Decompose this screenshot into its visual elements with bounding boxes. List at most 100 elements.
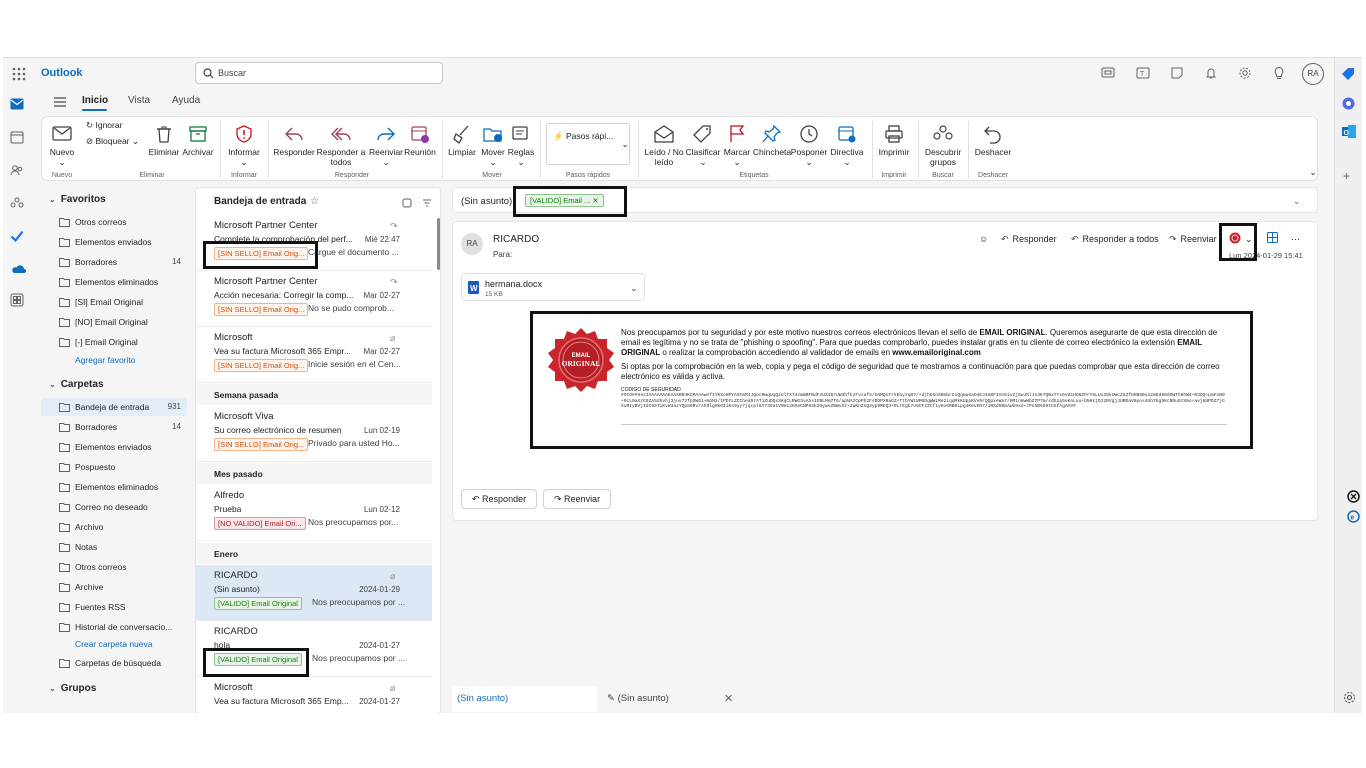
sender-avatar[interactable]: RA	[461, 233, 483, 255]
copilot-icon[interactable]	[1342, 97, 1355, 110]
folder-item[interactable]: Correo no deseado	[41, 498, 187, 516]
undo-button[interactable]: Deshacer	[972, 121, 1014, 157]
category-tag[interactable]: [SIN SELLO] Email Orig...	[214, 247, 309, 260]
folder-item[interactable]: Archive	[41, 578, 187, 596]
forward-action[interactable]: ↷ Reenviar	[1169, 234, 1217, 245]
folder-item[interactable]: Otros correos	[41, 558, 187, 576]
outlook-icon[interactable]: O	[1342, 125, 1356, 138]
settings-icon[interactable]	[1343, 691, 1356, 704]
report-button[interactable]: Informar ⌄	[224, 121, 264, 167]
more-icon[interactable]: ⋯	[1291, 234, 1300, 245]
discover-groups-button[interactable]: Descubrir grupos	[920, 121, 966, 167]
immersive-reader-icon[interactable]	[1267, 232, 1278, 243]
add-favorite-link[interactable]: Agregar favorito	[75, 355, 135, 365]
app-launcher-icon[interactable]	[11, 66, 27, 82]
teams-icon[interactable]: T	[1136, 66, 1152, 82]
rules-button[interactable]: Reglas ⌄	[506, 121, 536, 167]
category-tag[interactable]: [SIN SELLO] Email Orig...	[214, 303, 309, 316]
forward-button-bottom[interactable]: ↷ Reenviar	[543, 489, 612, 509]
categorize-button[interactable]: Clasificar ⌄	[684, 121, 722, 167]
folder-item[interactable]: Fuentes RSS	[41, 598, 187, 616]
todo-icon[interactable]	[10, 229, 26, 245]
email-original-addin-icon[interactable]: e	[1347, 510, 1360, 523]
category-tag[interactable]: [VALIDO] Email Original	[214, 597, 302, 610]
move-button[interactable]: Mover ⌄	[478, 121, 508, 167]
print-button[interactable]: Imprimir	[874, 121, 914, 157]
attachment[interactable]: W hermana.docx 15 KB ⌄	[461, 273, 645, 301]
mail-icon[interactable]	[10, 98, 26, 114]
delete-button[interactable]: Eliminar	[148, 121, 180, 157]
onedrive-icon[interactable]	[10, 262, 26, 278]
app-brand[interactable]: Outlook	[41, 67, 83, 79]
close-icon[interactable]: ✕	[724, 692, 733, 705]
ribbon-collapse-chevron-icon[interactable]: ⌄	[1308, 167, 1318, 177]
favorites-header[interactable]: ⌄ Favoritos	[49, 194, 106, 205]
validator-link[interactable]: www.emailoriginal.com	[892, 348, 981, 357]
message-row[interactable]: Alfredo Prueba Lun 02-12 [NO VALIDO] Email …	[196, 485, 432, 541]
tips-icon[interactable]	[1272, 66, 1288, 82]
favorite-star-icon[interactable]: ☆	[310, 196, 319, 207]
avatar[interactable]: RA	[1302, 63, 1324, 85]
message-row[interactable]: Microsoft Partner Center Complete la comp…	[196, 215, 432, 271]
archive-button[interactable]: Archivar	[180, 121, 216, 157]
pin-button[interactable]: Chincheta	[752, 121, 792, 157]
reply-button-bottom[interactable]: ↶ Responder	[461, 489, 538, 509]
block-button[interactable]: ⊘ Bloquear ⌄	[86, 136, 150, 146]
meet-now-icon[interactable]	[1101, 66, 1117, 82]
folders-header[interactable]: ⌄ Carpetas	[49, 379, 104, 390]
message-row[interactable]: Microsoft Viva Su correo electrónico de r…	[196, 406, 432, 462]
folder-item[interactable]: Pospuesto	[41, 458, 187, 476]
filter-icon[interactable]	[422, 198, 432, 208]
more-apps-icon[interactable]	[10, 293, 26, 309]
search-input[interactable]: Buscar	[195, 62, 443, 84]
bell-icon[interactable]	[1204, 66, 1220, 82]
ignore-button[interactable]: ↻ Ignorar	[86, 120, 134, 130]
note-icon[interactable]	[1170, 66, 1186, 82]
folder-item[interactable]: Elementos enviados	[41, 438, 187, 456]
people-icon[interactable]	[10, 163, 26, 179]
chevron-down-icon[interactable]: ⌄	[1245, 234, 1253, 245]
scrollbar[interactable]	[437, 218, 440, 270]
flag-button[interactable]: Marcar ⌄	[720, 121, 754, 167]
forward-button[interactable]: Reenviar ⌄	[366, 121, 406, 167]
tab-inicio[interactable]: Inicio	[82, 95, 108, 106]
addin-tag-icon[interactable]	[1342, 67, 1355, 80]
groups-header[interactable]: ⌄ Grupos	[49, 683, 96, 694]
quick-steps-box[interactable]: ⚡ Pasos rápi...	[546, 123, 630, 165]
new-mail-button[interactable]: Nuevo ⌄	[44, 121, 80, 167]
hamburger-icon[interactable]	[53, 96, 67, 108]
email-original-addin-close-icon[interactable]	[1347, 490, 1360, 503]
folder-item[interactable]: Historial de conversacio...	[41, 618, 187, 636]
meeting-button[interactable]: Reunión	[402, 121, 438, 157]
message-row[interactable]: Microsoft Vea su factura Microsoft 365 Em…	[196, 327, 432, 383]
folder-item[interactable]: [-] Email Original	[41, 333, 187, 351]
reply-all-action[interactable]: ↶ Responder a todos	[1071, 234, 1159, 245]
tab-vista[interactable]: Vista	[128, 95, 150, 106]
folder-item[interactable]: Otros correos	[41, 213, 187, 231]
category-tag[interactable]: [SIN SELLO] Email Orig...	[214, 359, 309, 372]
tab-ayuda[interactable]: Ayuda	[172, 95, 200, 106]
plus-icon[interactable]: +	[1343, 169, 1350, 183]
category-tag[interactable]: [NO VALIDO] Email Ori...	[214, 517, 306, 530]
folder-item[interactable]: Elementos eliminados	[41, 273, 187, 291]
chevron-down-icon[interactable]: ⌄	[1293, 196, 1301, 207]
folder-item[interactable]: [NO] Email Original	[41, 313, 187, 331]
category-tag[interactable]: [VALIDO] Email Original	[214, 653, 302, 666]
tab-draft-sin-asunto[interactable]: ✎ (Sin asunto)	[607, 693, 669, 704]
tab-sin-asunto[interactable]: (Sin asunto)	[452, 686, 597, 712]
snooze-button[interactable]: Posponer ⌄	[790, 121, 828, 167]
folder-item[interactable]: Notas	[41, 538, 187, 556]
reply-button[interactable]: Responder	[272, 121, 316, 157]
folder-item[interactable]: Borradores 14	[41, 418, 187, 436]
message-row[interactable]: RICARDO (Sin asunto) 2024-01-29 ⌀ [VALIDO] E…	[196, 565, 432, 621]
reply-action[interactable]: ↶ Responder	[1001, 234, 1057, 245]
message-row[interactable]: Microsoft Vea su factura Microsoft 365 Em…	[196, 677, 432, 713]
select-icon[interactable]	[402, 198, 412, 208]
message-row[interactable]: Microsoft Partner Center Acción necesaria…	[196, 271, 432, 327]
sender-name[interactable]: RICARDO	[493, 234, 539, 245]
folder-item[interactable]: Archivo	[41, 518, 187, 536]
message-row[interactable]: RICARDO hola 2024-01-27 [VALIDO] Email Orig…	[196, 621, 432, 677]
folder-item[interactable]: Borradores 14	[41, 253, 187, 271]
policy-button[interactable]: Directiva ⌄	[828, 121, 866, 167]
folder-item[interactable]: [SI] Email Original	[41, 293, 187, 311]
